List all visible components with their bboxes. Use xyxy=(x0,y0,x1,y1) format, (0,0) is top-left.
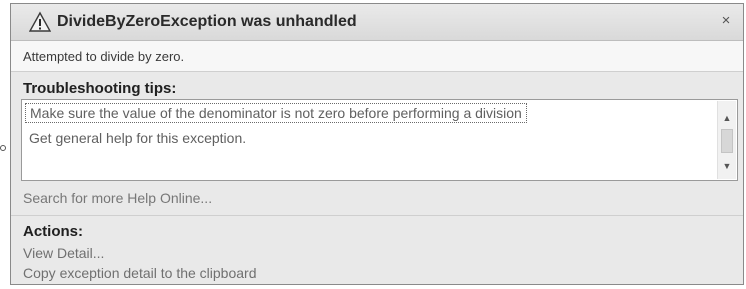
tip-item-general-help[interactable]: Get general help for this exception. xyxy=(25,129,250,147)
actions-heading: Actions: xyxy=(23,223,83,240)
troubleshooting-tips-list: Make sure the value of the denominator i… xyxy=(21,99,738,181)
scroll-down-icon[interactable]: ▼ xyxy=(719,159,735,173)
tip-item-denominator[interactable]: Make sure the value of the denominator i… xyxy=(25,103,527,123)
scroll-up-icon[interactable]: ▲ xyxy=(719,111,735,125)
close-icon[interactable]: × xyxy=(717,12,735,30)
view-detail-link[interactable]: View Detail... xyxy=(23,245,104,261)
search-help-online-link[interactable]: Search for more Help Online... xyxy=(23,190,212,206)
edge-marker xyxy=(0,145,6,151)
scroll-thumb[interactable] xyxy=(721,129,733,153)
copy-exception-detail-link[interactable]: Copy exception detail to the clipboard xyxy=(23,265,256,281)
dialog-titlebar: DivideByZeroException was unhandled × xyxy=(11,4,743,41)
troubleshooting-tips-heading: Troubleshooting tips: xyxy=(23,80,177,97)
warning-icon xyxy=(29,11,51,32)
section-divider xyxy=(11,215,743,216)
dialog-title: DivideByZeroException was unhandled xyxy=(57,13,357,30)
exception-message: Attempted to divide by zero. xyxy=(23,49,185,64)
exception-message-band: Attempted to divide by zero. xyxy=(11,41,743,72)
tips-scrollbar[interactable]: ▲ ▼ xyxy=(717,101,736,179)
exception-assistant-dialog: DivideByZeroException was unhandled × At… xyxy=(10,3,744,285)
